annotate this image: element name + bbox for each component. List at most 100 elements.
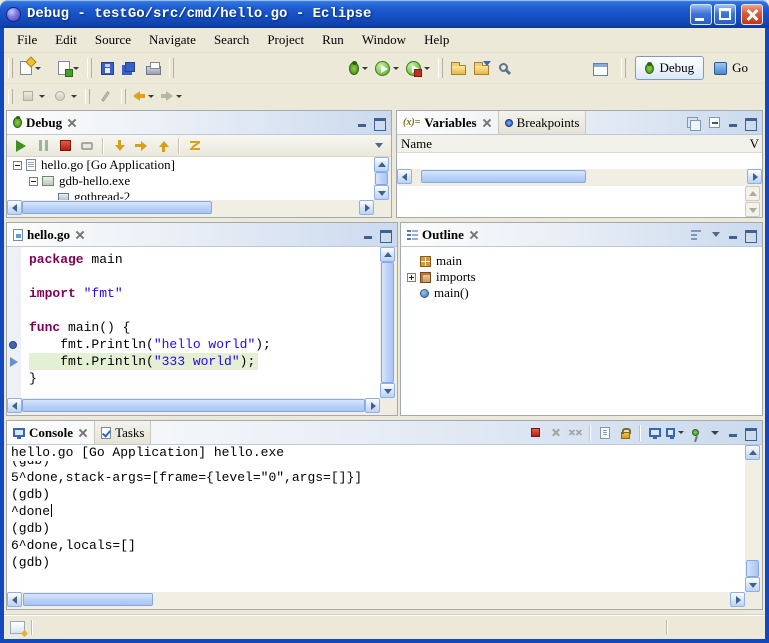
dropdown-arrow-icon[interactable] bbox=[148, 95, 154, 98]
maximize-view-icon[interactable] bbox=[378, 228, 393, 242]
maximize-view-icon[interactable] bbox=[372, 116, 387, 130]
tasks-tab[interactable]: Tasks bbox=[94, 421, 151, 444]
dropdown-arrow-icon[interactable] bbox=[73, 67, 79, 70]
scroll-left-button[interactable] bbox=[397, 169, 412, 184]
window-close-button[interactable] bbox=[741, 4, 763, 25]
toolbar-grip[interactable] bbox=[8, 89, 13, 104]
save-button[interactable] bbox=[96, 56, 118, 80]
scroll-right-button[interactable] bbox=[365, 398, 380, 413]
run-history-button[interactable] bbox=[403, 56, 433, 80]
debug-button[interactable] bbox=[346, 56, 371, 80]
collapse-all-button[interactable] bbox=[704, 114, 724, 132]
toolbar-grip[interactable] bbox=[621, 58, 626, 78]
menu-project[interactable]: Project bbox=[258, 29, 313, 51]
open-console-button[interactable] bbox=[666, 425, 684, 441]
minimize-view-icon[interactable] bbox=[726, 116, 741, 130]
editor-text-area[interactable]: package main import "fmt" func main() { … bbox=[21, 247, 380, 398]
variables-tab[interactable]: (x)= Variables bbox=[397, 111, 498, 134]
new-element-button[interactable] bbox=[55, 56, 82, 80]
maximize-view-icon[interactable] bbox=[743, 116, 758, 130]
debug-vertical-scrollbar[interactable] bbox=[374, 157, 391, 200]
fast-view-icon[interactable] bbox=[10, 621, 25, 634]
display-selected-console-button[interactable] bbox=[646, 425, 664, 441]
scroll-up-button[interactable] bbox=[745, 445, 760, 460]
code-line[interactable]: package main bbox=[29, 251, 380, 268]
minimize-view-icon[interactable] bbox=[355, 116, 370, 130]
window-minimize-button[interactable] bbox=[690, 4, 712, 25]
code-line[interactable]: import "fmt" bbox=[29, 285, 380, 302]
step-filters-button[interactable] bbox=[185, 137, 205, 155]
variables-tree[interactable] bbox=[397, 153, 762, 169]
scroll-down-button[interactable] bbox=[374, 185, 389, 200]
print-button[interactable] bbox=[142, 56, 164, 80]
run-button[interactable] bbox=[372, 56, 402, 80]
toolbar-grip[interactable] bbox=[121, 89, 126, 104]
scrollbar-thumb[interactable] bbox=[22, 201, 212, 214]
variables-horizontal-scrollbar[interactable] bbox=[397, 169, 762, 186]
debug-horizontal-scrollbar[interactable] bbox=[7, 200, 374, 217]
code-line[interactable]: fmt.Println("333 world"); bbox=[29, 353, 380, 370]
code-line[interactable]: } bbox=[29, 370, 380, 387]
scrollbar-thumb[interactable] bbox=[381, 262, 394, 383]
maximize-view-icon[interactable] bbox=[743, 426, 758, 440]
debug-tree-item[interactable]: gothread-2 bbox=[7, 189, 374, 200]
menu-navigate[interactable]: Navigate bbox=[140, 29, 205, 51]
editor-vertical-scrollbar[interactable] bbox=[380, 247, 397, 398]
sort-button[interactable] bbox=[686, 226, 706, 244]
window-titlebar[interactable]: Debug - testGo/src/cmd/hello.go - Eclips… bbox=[0, 0, 769, 28]
scroll-left-button[interactable] bbox=[7, 592, 22, 607]
expander-icon[interactable] bbox=[407, 273, 416, 282]
variables-detail-pane[interactable] bbox=[397, 186, 745, 217]
step-return-button[interactable] bbox=[153, 137, 173, 155]
editor-gutter[interactable] bbox=[7, 247, 21, 398]
dropdown-arrow-icon[interactable] bbox=[393, 67, 399, 70]
view-menu-icon[interactable] bbox=[712, 232, 720, 237]
outline-item[interactable]: imports bbox=[407, 269, 762, 285]
console-horizontal-scrollbar[interactable] bbox=[7, 592, 745, 609]
close-icon[interactable] bbox=[481, 117, 492, 128]
window-maximize-button[interactable] bbox=[714, 4, 736, 25]
menu-search[interactable]: Search bbox=[205, 29, 258, 51]
minimize-view-icon[interactable] bbox=[726, 426, 741, 440]
scroll-down-button[interactable] bbox=[380, 383, 395, 398]
scroll-right-button[interactable] bbox=[747, 169, 762, 184]
perspective-debug-button[interactable]: Debug bbox=[635, 56, 704, 80]
dropdown-arrow-icon[interactable] bbox=[678, 431, 684, 434]
scroll-down-button[interactable] bbox=[745, 577, 760, 592]
close-icon[interactable] bbox=[77, 427, 88, 438]
maximize-view-icon[interactable] bbox=[743, 228, 758, 242]
toolbar-grip[interactable] bbox=[438, 58, 443, 78]
step-into-button[interactable] bbox=[109, 137, 129, 155]
close-icon[interactable] bbox=[74, 229, 85, 240]
dropdown-arrow-icon[interactable] bbox=[424, 67, 430, 70]
scroll-up-button[interactable] bbox=[380, 247, 395, 262]
resume-button[interactable] bbox=[11, 137, 31, 155]
menu-source[interactable]: Source bbox=[86, 29, 140, 51]
save-all-button[interactable] bbox=[119, 56, 141, 80]
editor-tab-hello-go[interactable]: hello.go bbox=[7, 223, 91, 246]
editor-horizontal-scrollbar[interactable] bbox=[7, 398, 380, 415]
scroll-left-button[interactable] bbox=[7, 398, 22, 413]
debug-tree-item[interactable]: gdb-hello.exe bbox=[7, 173, 374, 189]
menu-file[interactable]: File bbox=[8, 29, 46, 51]
view-menu-icon[interactable] bbox=[375, 143, 383, 148]
code-line[interactable]: func main() { bbox=[29, 319, 380, 336]
clear-console-button[interactable] bbox=[596, 425, 614, 441]
scrollbar-thumb[interactable] bbox=[746, 560, 759, 577]
console-tab[interactable]: Console bbox=[7, 421, 94, 444]
menu-edit[interactable]: Edit bbox=[46, 29, 86, 51]
outline-item[interactable]: main() bbox=[407, 285, 762, 301]
toolbar-grip[interactable] bbox=[85, 89, 90, 104]
perspective-go-button[interactable]: Go bbox=[709, 57, 753, 79]
breakpoints-tab[interactable]: Breakpoints bbox=[498, 111, 587, 134]
open-folder-button[interactable] bbox=[447, 56, 469, 80]
close-icon[interactable] bbox=[66, 117, 77, 128]
outline-item[interactable]: main bbox=[407, 253, 762, 269]
scroll-left-button[interactable] bbox=[7, 200, 22, 215]
toolbar-grip[interactable] bbox=[8, 58, 13, 78]
console-output[interactable]: (gdb)5^done,stack-args=[frame={level="0"… bbox=[7, 461, 745, 592]
minimize-view-icon[interactable] bbox=[726, 228, 741, 242]
toolbar-grip[interactable] bbox=[87, 58, 92, 78]
menu-window[interactable]: Window bbox=[353, 29, 415, 51]
scroll-lock-button[interactable] bbox=[616, 425, 634, 441]
